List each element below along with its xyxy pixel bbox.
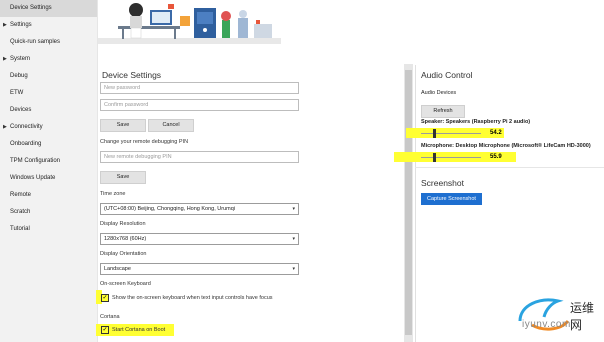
check-icon: ✓	[102, 295, 108, 301]
sidebar-item-label: Debug	[10, 73, 28, 79]
divider	[415, 167, 604, 168]
sidebar-item-etw[interactable]: ETW	[0, 85, 97, 102]
sidebar-item-scratch[interactable]: Scratch	[0, 204, 97, 221]
cancel-button[interactable]: Cancel	[148, 119, 194, 132]
keyboard-heading: On-screen Keyboard	[100, 281, 151, 287]
orientation-value: Landscape	[104, 266, 131, 272]
sidebar-item-label: System	[10, 56, 31, 62]
save-password-button[interactable]: Save	[100, 119, 146, 132]
sidebar-item-debug[interactable]: Debug	[0, 68, 97, 85]
sidebar-item-label: Onboarding	[10, 141, 42, 147]
audio-control-title: Audio Control	[421, 70, 473, 80]
microphone-volume-slider[interactable]	[421, 157, 481, 158]
keyboard-checkbox[interactable]: ✓	[101, 294, 109, 302]
sidebar-item-connectivity[interactable]: ▶ Connectivity	[0, 119, 97, 136]
cortana-heading: Cortana	[100, 314, 120, 320]
sidebar-item-settings[interactable]: ▶ Settings	[0, 17, 97, 34]
orientation-select[interactable]: Landscape ▾	[100, 263, 299, 275]
chevron-down-icon: ▾	[292, 206, 295, 212]
sidebar-item-label: ETW	[10, 90, 24, 96]
caret-right-icon: ▶	[3, 56, 7, 62]
sidebar-item-label: Device Settings	[10, 5, 52, 11]
resolution-value: 1280x768 (60Hz)	[104, 236, 147, 242]
save-pin-button[interactable]: Save	[100, 171, 146, 184]
resolution-label: Display Resolution	[100, 221, 146, 227]
sidebar-item-label: Windows Update	[10, 175, 56, 181]
microphone-slider-thumb[interactable]	[433, 153, 436, 162]
speaker-slider-thumb[interactable]	[433, 129, 436, 138]
chevron-down-icon: ▾	[292, 236, 295, 242]
vertical-scrollbar[interactable]	[404, 64, 413, 342]
speaker-volume-slider[interactable]	[421, 133, 481, 134]
sidebar-item-label: Quick-run samples	[10, 39, 61, 45]
sidebar-item-windows-update[interactable]: Windows Update	[0, 170, 97, 187]
speaker-volume-value: 54.2	[490, 130, 502, 136]
refresh-button[interactable]: Refresh	[421, 105, 465, 118]
sidebar-item-label: Devices	[10, 107, 32, 113]
caret-right-icon: ▶	[3, 22, 7, 28]
timezone-value: (UTC+08:00) Beijing, Chongqing, Hong Kon…	[104, 206, 236, 212]
chevron-down-icon: ▾	[292, 266, 295, 272]
cortana-checkbox-label: Start Cortana on Boot	[112, 327, 166, 333]
scrollbar-thumb[interactable]	[405, 70, 412, 335]
screenshot-title: Screenshot	[421, 178, 464, 188]
sidebar-item-quick-run-samples[interactable]: Quick-run samples	[0, 34, 97, 51]
timezone-label: Time zone	[100, 191, 126, 197]
caret-right-icon: ▶	[3, 124, 7, 130]
capture-screenshot-button[interactable]: Capture Screenshot	[421, 193, 482, 205]
watermark-url: iyunv.com	[522, 319, 571, 330]
sidebar-item-device-settings[interactable]: Device Settings	[0, 0, 97, 17]
confirm-password-input[interactable]: Confirm password	[100, 99, 299, 111]
microphone-label: Microphone: Desktop Microphone (Microsof…	[421, 143, 591, 149]
sidebar-item-label: Tutorial	[10, 226, 30, 232]
cortana-checkbox[interactable]: ✓	[101, 326, 109, 334]
sidebar-item-label: Settings	[10, 22, 32, 28]
debug-pin-label: Change your remote debugging PIN	[100, 139, 189, 145]
sidebar-nav: Device Settings ▶ Settings Quick-run samp…	[0, 0, 98, 342]
sidebar-item-devices[interactable]: Devices	[0, 102, 97, 119]
sidebar-item-tutorial[interactable]: Tutorial	[0, 221, 97, 238]
audio-devices-label: Audio Devices	[421, 90, 457, 96]
sidebar-item-label: Connectivity	[10, 124, 43, 130]
header-illustration	[98, 0, 281, 44]
sidebar-item-onboarding[interactable]: Onboarding	[0, 136, 97, 153]
orientation-label: Display Orientation	[100, 251, 147, 257]
sidebar-item-label: Scratch	[10, 209, 31, 215]
watermark-text: 运维网	[570, 301, 595, 332]
page-title: Device Settings	[102, 70, 162, 80]
sidebar-item-label: Remote	[10, 192, 32, 198]
microphone-volume-value: 55.9	[490, 154, 502, 160]
debug-pin-input[interactable]: New remote debugging PIN	[100, 151, 299, 163]
check-icon: ✓	[102, 327, 108, 333]
sidebar-item-label: TPM Configuration	[10, 158, 61, 164]
sidebar-item-remote[interactable]: Remote	[0, 187, 97, 204]
sidebar-item-system[interactable]: ▶ System	[0, 51, 97, 68]
resolution-select[interactable]: 1280x768 (60Hz) ▾	[100, 233, 299, 245]
new-password-input[interactable]: New password	[100, 82, 299, 94]
speaker-label: Speaker: Speakers (Raspberry Pi 2 audio)	[421, 119, 531, 125]
sidebar-item-tpm-configuration[interactable]: TPM Configuration	[0, 153, 97, 170]
keyboard-checkbox-label: Show the on-screen keyboard when text in…	[112, 295, 273, 301]
timezone-select[interactable]: (UTC+08:00) Beijing, Chongqing, Hong Kon…	[100, 203, 299, 215]
